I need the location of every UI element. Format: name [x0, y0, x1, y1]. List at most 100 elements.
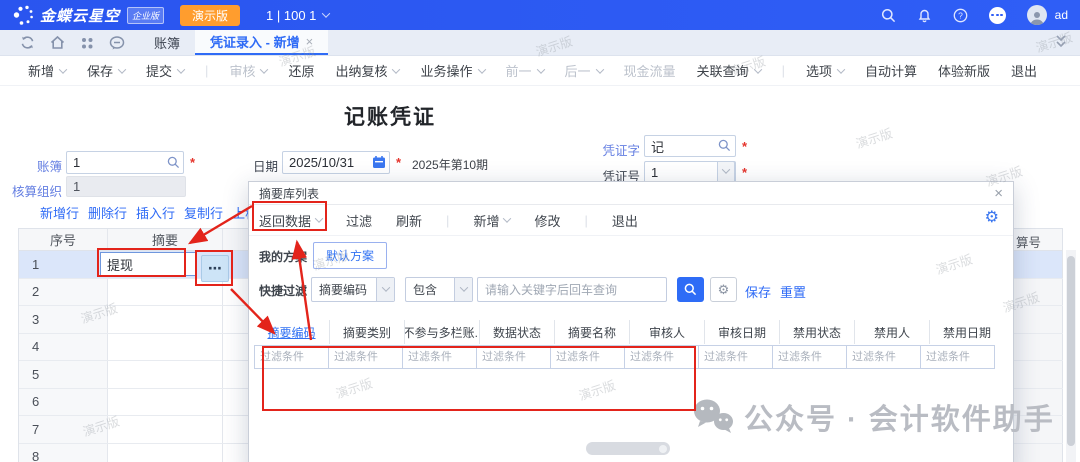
edition-badge: 企业版 — [127, 7, 164, 24]
dialog-table-header: 摘要编码 摘要类别 不参与多栏账.. 数据状态 摘要名称 审核人 审核日期 禁用… — [254, 320, 1004, 344]
toolbar-related-query-button[interactable]: 关联查询 — [697, 61, 761, 80]
dialog-exit-button[interactable]: 退出 — [612, 211, 638, 230]
summary-lookup-button[interactable]: ⋯ — [201, 255, 229, 282]
page-title: 记账凭证 — [0, 101, 780, 131]
book-field-input[interactable] — [66, 151, 184, 174]
toolbar-business-ops-button[interactable]: 业务操作 — [420, 61, 484, 80]
dialog-settings-gear-icon[interactable]: ⚙ — [985, 210, 999, 226]
quick-filter-label: 快捷过滤 — [259, 282, 307, 299]
toolbar-audit-button: 审核 — [229, 61, 267, 80]
dialog-horizontal-scrollbar[interactable] — [586, 442, 670, 455]
close-tab-icon[interactable]: × — [306, 34, 314, 49]
col-auditor[interactable]: 审核人 — [629, 320, 704, 344]
toolbar-submit-button[interactable]: 提交 — [146, 61, 184, 80]
date-field-input[interactable] — [282, 151, 390, 174]
avatar[interactable] — [1027, 5, 1047, 25]
grid-row-actions: 新增行 删除行 插入行 复制行 上移 — [40, 203, 258, 222]
toolbar-next-button: 后一 — [565, 61, 603, 80]
keyword-search-input[interactable] — [477, 277, 667, 302]
filter-input[interactable] — [402, 345, 477, 369]
filter-input[interactable] — [698, 345, 773, 369]
toolbar-save-button[interactable]: 保存 — [87, 61, 125, 80]
tab-account-book[interactable]: 账簿 — [139, 30, 195, 55]
message-icon[interactable] — [109, 36, 125, 50]
search-icon[interactable] — [881, 8, 896, 23]
filter-input[interactable] — [550, 345, 625, 369]
filter-field-select[interactable]: 摘要编码 — [311, 277, 395, 302]
org-field-input — [66, 176, 186, 197]
tab-voucher-entry-new[interactable]: 凭证录入 - 新增 × — [195, 30, 328, 55]
filter-input[interactable] — [328, 345, 403, 369]
voucher-toolbar: 新增 保存 提交 | 审核 还原 出纳复核 业务操作 前一 后一 现金流量 关联… — [0, 56, 1080, 86]
col-forbid-status[interactable]: 禁用状态 — [779, 320, 854, 344]
search-icon — [684, 283, 697, 296]
home-icon[interactable] — [50, 35, 65, 50]
col-summary-code[interactable]: 摘要编码 — [254, 320, 329, 344]
brand-title: 金蝶云星空 — [40, 5, 120, 26]
delete-row-link[interactable]: 删除行 — [88, 203, 127, 222]
filter-input[interactable] — [476, 345, 551, 369]
apps-grid-icon[interactable] — [80, 36, 94, 50]
col-forbid-user[interactable]: 禁用人 — [854, 320, 929, 344]
filter-button[interactable]: 过滤 — [346, 211, 372, 230]
help-icon[interactable]: ? — [953, 8, 968, 23]
col-header-seq: 序号 — [19, 229, 108, 250]
my-plan-label: 我的方案 — [259, 248, 307, 265]
col-header-summary: 摘要 — [108, 229, 223, 250]
dialog-title: 摘要库列表 — [259, 185, 319, 202]
filter-input[interactable] — [772, 345, 847, 369]
col-header-partial: 算号 — [1016, 232, 1041, 251]
col-summary-category[interactable]: 摘要类别 — [329, 320, 404, 344]
insert-row-link[interactable]: 插入行 — [136, 203, 175, 222]
date-field-label: 日期 — [250, 156, 278, 175]
dialog-close-icon[interactable]: × — [994, 185, 1003, 202]
toolbar-new-button[interactable]: 新增 — [28, 61, 66, 80]
grid-vertical-scrollbar[interactable] — [1066, 250, 1076, 462]
toolbar-options-button[interactable]: 选项 — [806, 61, 844, 80]
copy-row-link[interactable]: 复制行 — [184, 203, 223, 222]
return-data-button[interactable]: 返回数据 — [259, 211, 322, 230]
col-audit-date[interactable]: 审核日期 — [704, 320, 779, 344]
toolbar-exit-button[interactable]: 退出 — [1011, 61, 1037, 80]
toolbar-auto-calc-button[interactable]: 自动计算 — [865, 61, 917, 80]
add-row-link[interactable]: 新增行 — [40, 203, 79, 222]
voucher-word-input[interactable] — [644, 135, 736, 157]
book-field-label: 账簿 — [10, 156, 62, 175]
refresh-button[interactable]: 刷新 — [396, 211, 422, 230]
filter-operator-select[interactable]: 包含 — [405, 277, 473, 302]
dialog-toolbar: 返回数据 过滤 刷新 | 新增 修改 | 退出 — [249, 205, 1013, 236]
collapse-toolbar-icon[interactable] — [1054, 33, 1068, 54]
default-plan-chip[interactable]: 默认方案 — [313, 242, 387, 269]
filter-input[interactable] — [254, 345, 329, 369]
kingdee-logo-icon — [12, 4, 34, 26]
save-filter-link[interactable]: 保存 — [745, 282, 771, 301]
user-name[interactable]: ad — [1055, 8, 1068, 22]
filter-input[interactable] — [920, 345, 995, 369]
col-data-status[interactable]: 数据状态 — [479, 320, 554, 344]
filter-settings-button[interactable]: ⚙ — [710, 277, 737, 302]
org-selector[interactable]: 1 | 100 1 — [266, 8, 329, 23]
theme-toggle-icon[interactable] — [989, 7, 1006, 24]
toolbar-cashier-review-button[interactable]: 出纳复核 — [335, 61, 399, 80]
refresh-icon[interactable] — [20, 35, 35, 50]
org-field-label: 核算组织 — [4, 181, 62, 200]
modify-button[interactable]: 修改 — [534, 211, 560, 230]
col-forbid-date[interactable]: 禁用日期 — [929, 320, 1004, 344]
dialog-new-button[interactable]: 新增 — [473, 211, 510, 230]
col-multi-column[interactable]: 不参与多栏账.. — [404, 320, 479, 344]
filter-input[interactable] — [624, 345, 699, 369]
toolbar-restore-button[interactable]: 还原 — [288, 61, 314, 80]
filter-input[interactable] — [846, 345, 921, 369]
notification-bell-icon[interactable] — [917, 8, 932, 23]
topbar: 金蝶云星空 企业版 演示版 1 | 100 1 ? ad — [0, 0, 1080, 30]
col-summary-name[interactable]: 摘要名称 — [554, 320, 629, 344]
tabbar: 账簿 凭证录入 - 新增 × — [0, 30, 1080, 56]
search-button[interactable] — [677, 277, 704, 302]
demo-watermark: 演示版 — [853, 123, 895, 153]
toolbar-try-new-version-button[interactable]: 体验新版 — [938, 61, 990, 80]
reset-filter-link[interactable]: 重置 — [780, 282, 806, 301]
voucher-number-dropdown-icon[interactable] — [717, 161, 735, 183]
summary-cell-editor[interactable]: 提现 — [100, 252, 197, 276]
voucher-word-label: 凭证字 — [598, 140, 640, 159]
dialog-filter-row — [254, 345, 1004, 369]
